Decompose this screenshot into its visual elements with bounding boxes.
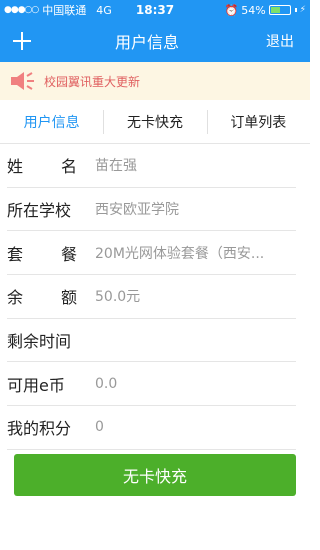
row-points: 我的积分 0 bbox=[7, 406, 296, 450]
logout-button[interactable]: 退出 bbox=[250, 31, 310, 51]
cardless-recharge-button[interactable]: 无卡快充 bbox=[14, 454, 296, 496]
label-char: 套 bbox=[7, 244, 24, 264]
battery-icon bbox=[268, 5, 291, 15]
notice-banner[interactable]: 校园翼讯重大更新 bbox=[0, 62, 310, 100]
row-name: 姓 名 苗在强 bbox=[7, 144, 296, 188]
plus-icon-svg bbox=[13, 32, 31, 50]
label-char: 姓 bbox=[7, 157, 24, 177]
row-label: 我的积分 bbox=[7, 419, 72, 439]
speaker-icon bbox=[11, 72, 34, 90]
notice-text: 校园翼讯重大更新 bbox=[44, 74, 141, 89]
page-title: 用户信息 bbox=[114, 33, 179, 52]
points-value: 0 bbox=[95, 419, 104, 436]
row-label: 所在学校 bbox=[7, 201, 72, 221]
name-value: 苗在强 bbox=[95, 158, 137, 175]
label-char: 额 bbox=[60, 288, 77, 308]
alarm-icon: ⏰ bbox=[224, 3, 239, 17]
nav-bar: 用户信息 退出 bbox=[0, 20, 310, 62]
tab-bar: 用户信息 无卡快充 订单列表 bbox=[0, 100, 310, 144]
tab-user-info[interactable]: 用户信息 bbox=[0, 100, 103, 143]
balance-value: 50.0元 bbox=[95, 289, 141, 306]
label-char: 余 bbox=[7, 288, 24, 308]
signal-strength-icon: ●●●○○ bbox=[4, 5, 39, 15]
network-type: 4G bbox=[96, 3, 112, 17]
carrier-name: 中国联通 bbox=[42, 4, 87, 17]
row-label: 姓 名 bbox=[7, 153, 87, 177]
battery-percent: 54% bbox=[241, 3, 266, 17]
package-value: 20M光网体验套餐（西安... bbox=[95, 245, 265, 262]
plus-icon[interactable] bbox=[0, 20, 44, 62]
row-package: 套 餐 20M光网体验套餐（西安... bbox=[7, 231, 296, 276]
ecoin-value: 0.0 bbox=[95, 375, 118, 392]
tab-cardless-recharge[interactable]: 无卡快充 bbox=[103, 100, 206, 143]
row-school: 所在学校 西安欧亚学院 bbox=[7, 188, 296, 232]
battery-tip bbox=[294, 8, 297, 12]
status-right: ⏰ 54% ⚡ bbox=[196, 4, 306, 17]
charging-icon: ⚡ bbox=[299, 5, 306, 15]
battery-fill bbox=[270, 7, 281, 13]
row-label: 可用e币 bbox=[7, 375, 65, 395]
row-balance: 余 额 50.0元 bbox=[7, 275, 296, 319]
user-info-list: 姓 名 苗在强 所在学校 西安欧亚学院 套 餐 20M光网体验套餐（西安... … bbox=[0, 144, 310, 450]
label-char: 餐 bbox=[60, 244, 77, 264]
status-time: 18:37 bbox=[135, 3, 175, 17]
row-remaining-time: 剩余时间 bbox=[7, 319, 296, 363]
status-left: ●●●○○ 中国联通 4G bbox=[4, 2, 114, 18]
row-label: 套 餐 bbox=[7, 241, 87, 265]
status-bar: ●●●○○ 中国联通 4G 18:37 ⏰ 54% ⚡ bbox=[0, 0, 310, 20]
row-label: 余 额 bbox=[7, 284, 87, 308]
tab-order-list[interactable]: 订单列表 bbox=[206, 100, 310, 143]
school-value: 西安欧亚学院 bbox=[95, 202, 179, 219]
row-ecoin: 可用e币 0.0 bbox=[7, 362, 296, 407]
label-char: 名 bbox=[60, 157, 77, 177]
row-label: 剩余时间 bbox=[7, 332, 72, 352]
